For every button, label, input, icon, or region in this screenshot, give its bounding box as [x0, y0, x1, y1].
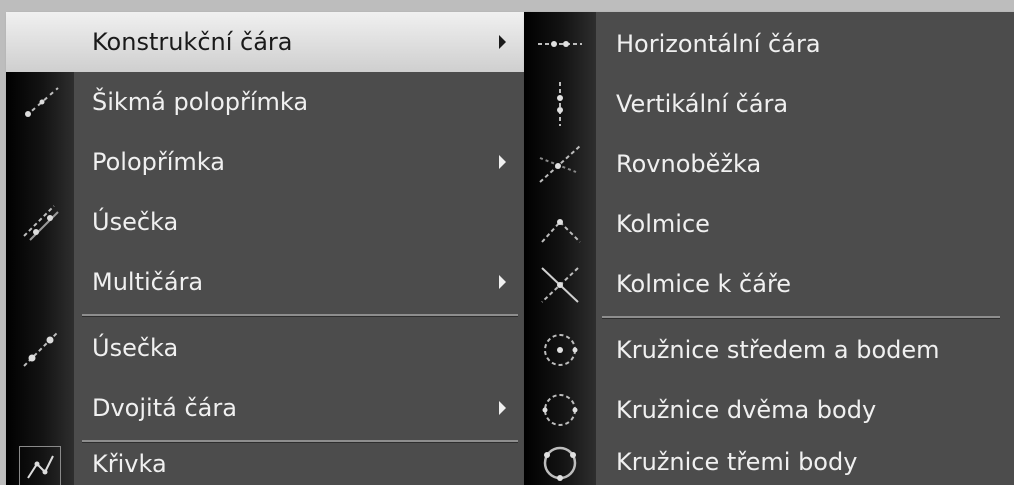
menu-item-multiline[interactable]: Multičára: [6, 252, 528, 312]
menu-item-half-line[interactable]: Polopřímka: [6, 132, 528, 192]
submenu-item-horizontal-line[interactable]: Horizontální čára: [524, 14, 1014, 74]
perpendicular-icon: [524, 194, 596, 254]
submenu-item-label: Kolmice: [616, 210, 710, 238]
circle-three-points-icon: [524, 440, 596, 485]
draw-menu: Konstrukční čára Šikmá polopřímka Polopř…: [6, 12, 528, 485]
menu-item-label: Multičára: [92, 268, 204, 296]
submenu-item-parallel[interactable]: Rovnoběžka: [524, 134, 1014, 194]
vertical-line-icon: [524, 74, 596, 134]
perpendicular-to-line-icon: [524, 254, 596, 314]
line-segment-icon: [6, 192, 74, 252]
menu-item-line-segment[interactable]: Úsečka: [6, 192, 528, 252]
submenu-item-label: Horizontální čára: [616, 30, 821, 58]
menu-separator: [602, 316, 1000, 319]
submenu-item-label: Kolmice k čáře: [616, 270, 792, 298]
submenu-item-vertical-line[interactable]: Vertikální čára: [524, 74, 1014, 134]
menu-separator: [82, 440, 518, 443]
menu-item-double-line[interactable]: Dvojitá čára: [6, 378, 528, 438]
submenu-item-label: Kružnice dvěma body: [616, 396, 877, 424]
submenu-item-circle-three-points[interactable]: Kružnice třemi body: [524, 440, 1014, 485]
menu-item-line-segment-2[interactable]: Úsečka: [6, 318, 528, 378]
ray-icon: [6, 72, 74, 132]
circle-center-point-icon: [524, 320, 596, 380]
horizontal-line-icon: [524, 14, 596, 74]
menu-item-label: Dvojitá čára: [92, 394, 237, 422]
menu-item-curve[interactable]: Křivka: [6, 444, 528, 485]
blank-icon: [6, 132, 74, 192]
curve-icon: [6, 444, 74, 485]
blank-icon: [6, 252, 74, 312]
submenu-item-perpendicular[interactable]: Kolmice: [524, 194, 1014, 254]
submenu-item-circle-center-point[interactable]: Kružnice středem a bodem: [524, 320, 1014, 380]
menu-item-ray[interactable]: Šikmá polopřímka: [6, 72, 528, 132]
submenu-arrow-icon: [499, 35, 506, 49]
parallel-line-icon: [524, 134, 596, 194]
line-segment-icon: [6, 318, 74, 378]
menu-item-label: Šikmá polopřímka: [92, 88, 309, 116]
menu-separator: [82, 314, 518, 317]
submenu-item-label: Kružnice středem a bodem: [616, 336, 940, 364]
submenu-item-label: Rovnoběžka: [616, 150, 762, 178]
submenu-arrow-icon: [499, 401, 506, 415]
menu-item-label: Křivka: [92, 450, 167, 478]
menu-item-label: Konstrukční čára: [92, 28, 293, 56]
submenu-item-perpendicular-to-line[interactable]: Kolmice k čáře: [524, 254, 1014, 314]
blank-icon: [6, 378, 74, 438]
menu-item-construction-line[interactable]: Konstrukční čára: [6, 12, 528, 72]
menu-item-label: Polopřímka: [92, 148, 225, 176]
submenu-arrow-icon: [499, 155, 506, 169]
submenu-item-label: Kružnice třemi body: [616, 448, 858, 476]
menu-item-label: Úsečka: [92, 208, 179, 236]
construction-line-icon: [6, 12, 74, 72]
submenu-arrow-icon: [499, 275, 506, 289]
submenu-item-circle-two-points[interactable]: Kružnice dvěma body: [524, 380, 1014, 440]
construction-line-submenu: Horizontální čára Vertikální čára Rovnob…: [524, 12, 1014, 485]
menu-item-label: Úsečka: [92, 334, 179, 362]
circle-two-points-icon: [524, 380, 596, 440]
submenu-item-label: Vertikální čára: [616, 90, 789, 118]
